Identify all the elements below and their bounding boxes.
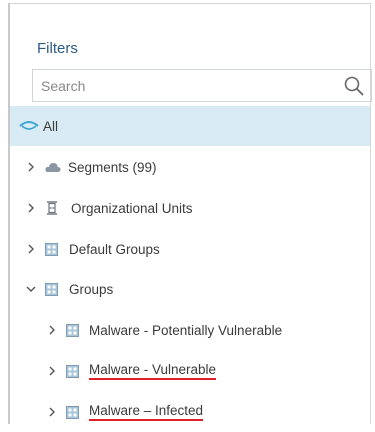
tree-item-groups[interactable]: Groups — [10, 269, 370, 309]
building-icon — [47, 201, 57, 215]
filters-panel: Filters All Segments (99) — [8, 3, 372, 424]
group-grid-icon — [66, 364, 79, 378]
tree-item-label: Organizational Units — [71, 200, 193, 216]
tree-item-label: Segments (99) — [68, 159, 157, 175]
tree-item-default-groups[interactable]: Default Groups — [10, 229, 370, 269]
tree-item-label: Malware - Vulnerable — [89, 362, 217, 380]
group-grid-icon — [45, 242, 58, 256]
tree-item-malware-potentially-vulnerable[interactable]: Malware - Potentially Vulnerable — [10, 310, 370, 350]
group-grid-icon — [66, 405, 79, 419]
tree-item-label: All — [43, 118, 59, 134]
search-box[interactable] — [32, 69, 372, 102]
group-grid-icon — [45, 282, 58, 296]
eye-icon — [19, 121, 39, 130]
tree-item-label: Malware – Infected — [89, 403, 204, 421]
tree-item-organizational-units[interactable]: Organizational Units — [10, 188, 370, 228]
chevron-right-icon[interactable] — [25, 202, 37, 214]
tree-item-label: Groups — [69, 281, 114, 297]
tree-item-all[interactable]: All — [10, 106, 370, 146]
tree-item-label: Default Groups — [69, 241, 160, 257]
tree-item-segments[interactable]: Segments (99) — [10, 147, 370, 187]
tree-item-malware-vulnerable[interactable]: Malware - Vulnerable — [10, 351, 370, 391]
chevron-right-icon[interactable] — [25, 161, 37, 173]
chevron-right-icon[interactable] — [46, 324, 58, 336]
chevron-right-icon[interactable] — [46, 365, 58, 377]
search-input[interactable] — [33, 69, 343, 102]
chevron-right-icon[interactable] — [25, 243, 37, 255]
tree-item-malware-infected[interactable]: Malware – Infected — [10, 392, 370, 432]
cloud-icon — [45, 162, 61, 172]
chevron-right-icon[interactable] — [46, 406, 58, 418]
chevron-down-icon[interactable] — [25, 283, 37, 295]
search-icon[interactable] — [343, 75, 365, 97]
tree-item-label: Malware - Potentially Vulnerable — [89, 322, 283, 338]
group-grid-icon — [66, 323, 79, 337]
filters-title: Filters — [37, 40, 78, 57]
